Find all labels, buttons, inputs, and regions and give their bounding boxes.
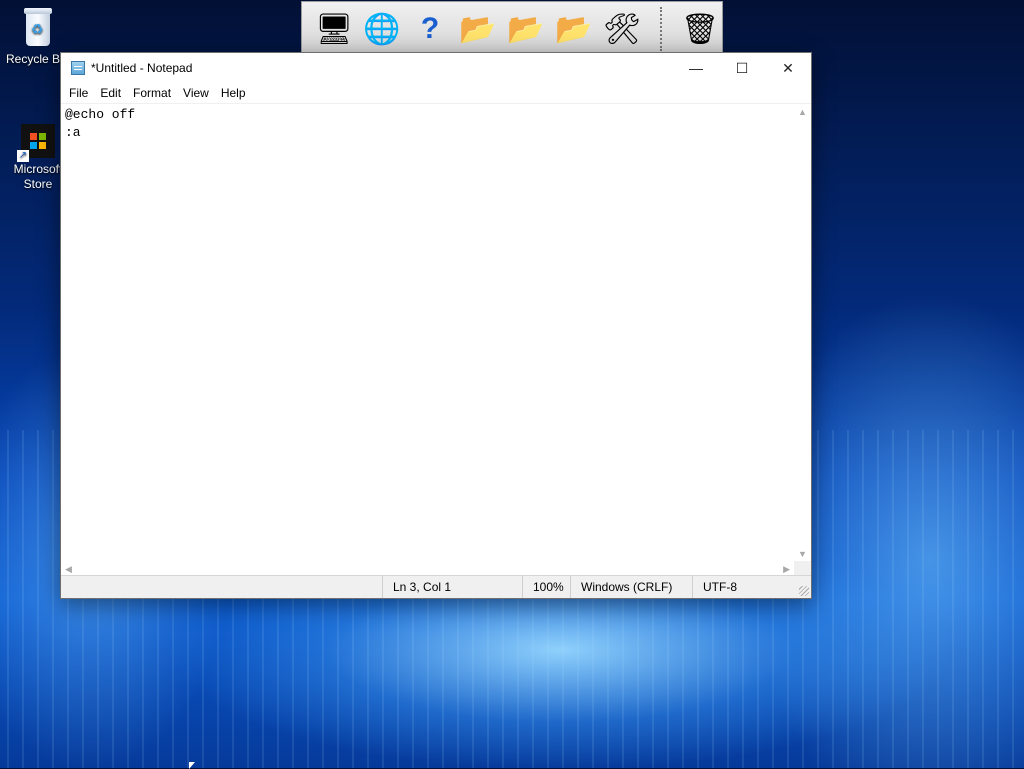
toolbar-separator (660, 7, 662, 51)
recycle-bin-icon: ♻ (22, 8, 54, 48)
editor-area: @echo off :a ▲ ▼ ◀ ▶ (61, 103, 811, 578)
tools-icon[interactable]: 🛠 (600, 5, 644, 53)
recycle-bin-icon[interactable]: 🗑 (678, 5, 722, 53)
menu-edit[interactable]: Edit (94, 83, 127, 103)
maximize-button[interactable]: ☐ (719, 53, 765, 83)
resize-grip-icon[interactable] (799, 586, 809, 596)
scroll-left-icon[interactable]: ◀ (65, 564, 72, 575)
globe-internet-icon[interactable]: 🌐 (360, 5, 404, 53)
minimize-button[interactable]: — (673, 53, 719, 83)
title-bar[interactable]: *Untitled - Notepad — ☐ ✕ (61, 53, 811, 83)
status-cursor-position: Ln 3, Col 1 (382, 576, 522, 598)
menu-view[interactable]: View (177, 83, 215, 103)
vertical-scrollbar[interactable]: ▲ ▼ (794, 104, 811, 562)
close-button[interactable]: ✕ (765, 53, 811, 83)
folder-music-icon[interactable]: 📂 (504, 5, 548, 53)
text-editor[interactable]: @echo off :a (61, 104, 794, 562)
menu-bar: File Edit Format View Help (61, 83, 811, 103)
notepad-window: *Untitled - Notepad — ☐ ✕ File Edit Form… (60, 52, 812, 599)
quick-launch-toolbar: 🖥 🌐 ? 📂 📂 📂 🛠 🗑 (301, 1, 723, 57)
scroll-up-icon[interactable]: ▲ (798, 107, 807, 117)
desktop-icon-label: Microsoft Store (13, 162, 63, 191)
shortcut-arrow-icon: ↗ (17, 150, 29, 162)
microsoft-store-icon: ↗ (17, 124, 55, 162)
help-question-icon[interactable]: ? (408, 5, 452, 53)
window-title: *Untitled - Notepad (91, 61, 193, 75)
folder-video-icon[interactable]: 📂 (552, 5, 596, 53)
status-bar: Ln 3, Col 1 100% Windows (CRLF) UTF-8 (61, 575, 811, 598)
menu-file[interactable]: File (63, 83, 94, 103)
status-line-ending: Windows (CRLF) (570, 576, 692, 598)
menu-format[interactable]: Format (127, 83, 177, 103)
scroll-right-icon[interactable]: ▶ (783, 564, 790, 575)
desktop-icon-label: Recycle Bin (6, 52, 66, 66)
monitor-icon[interactable]: 🖥 (312, 5, 356, 53)
folder-icon[interactable]: 📂 (456, 5, 500, 53)
scroll-down-icon[interactable]: ▼ (798, 549, 807, 559)
notepad-icon (71, 61, 85, 75)
status-zoom: 100% (522, 576, 570, 598)
menu-help[interactable]: Help (215, 83, 252, 103)
status-encoding: UTF-8 (692, 576, 811, 598)
